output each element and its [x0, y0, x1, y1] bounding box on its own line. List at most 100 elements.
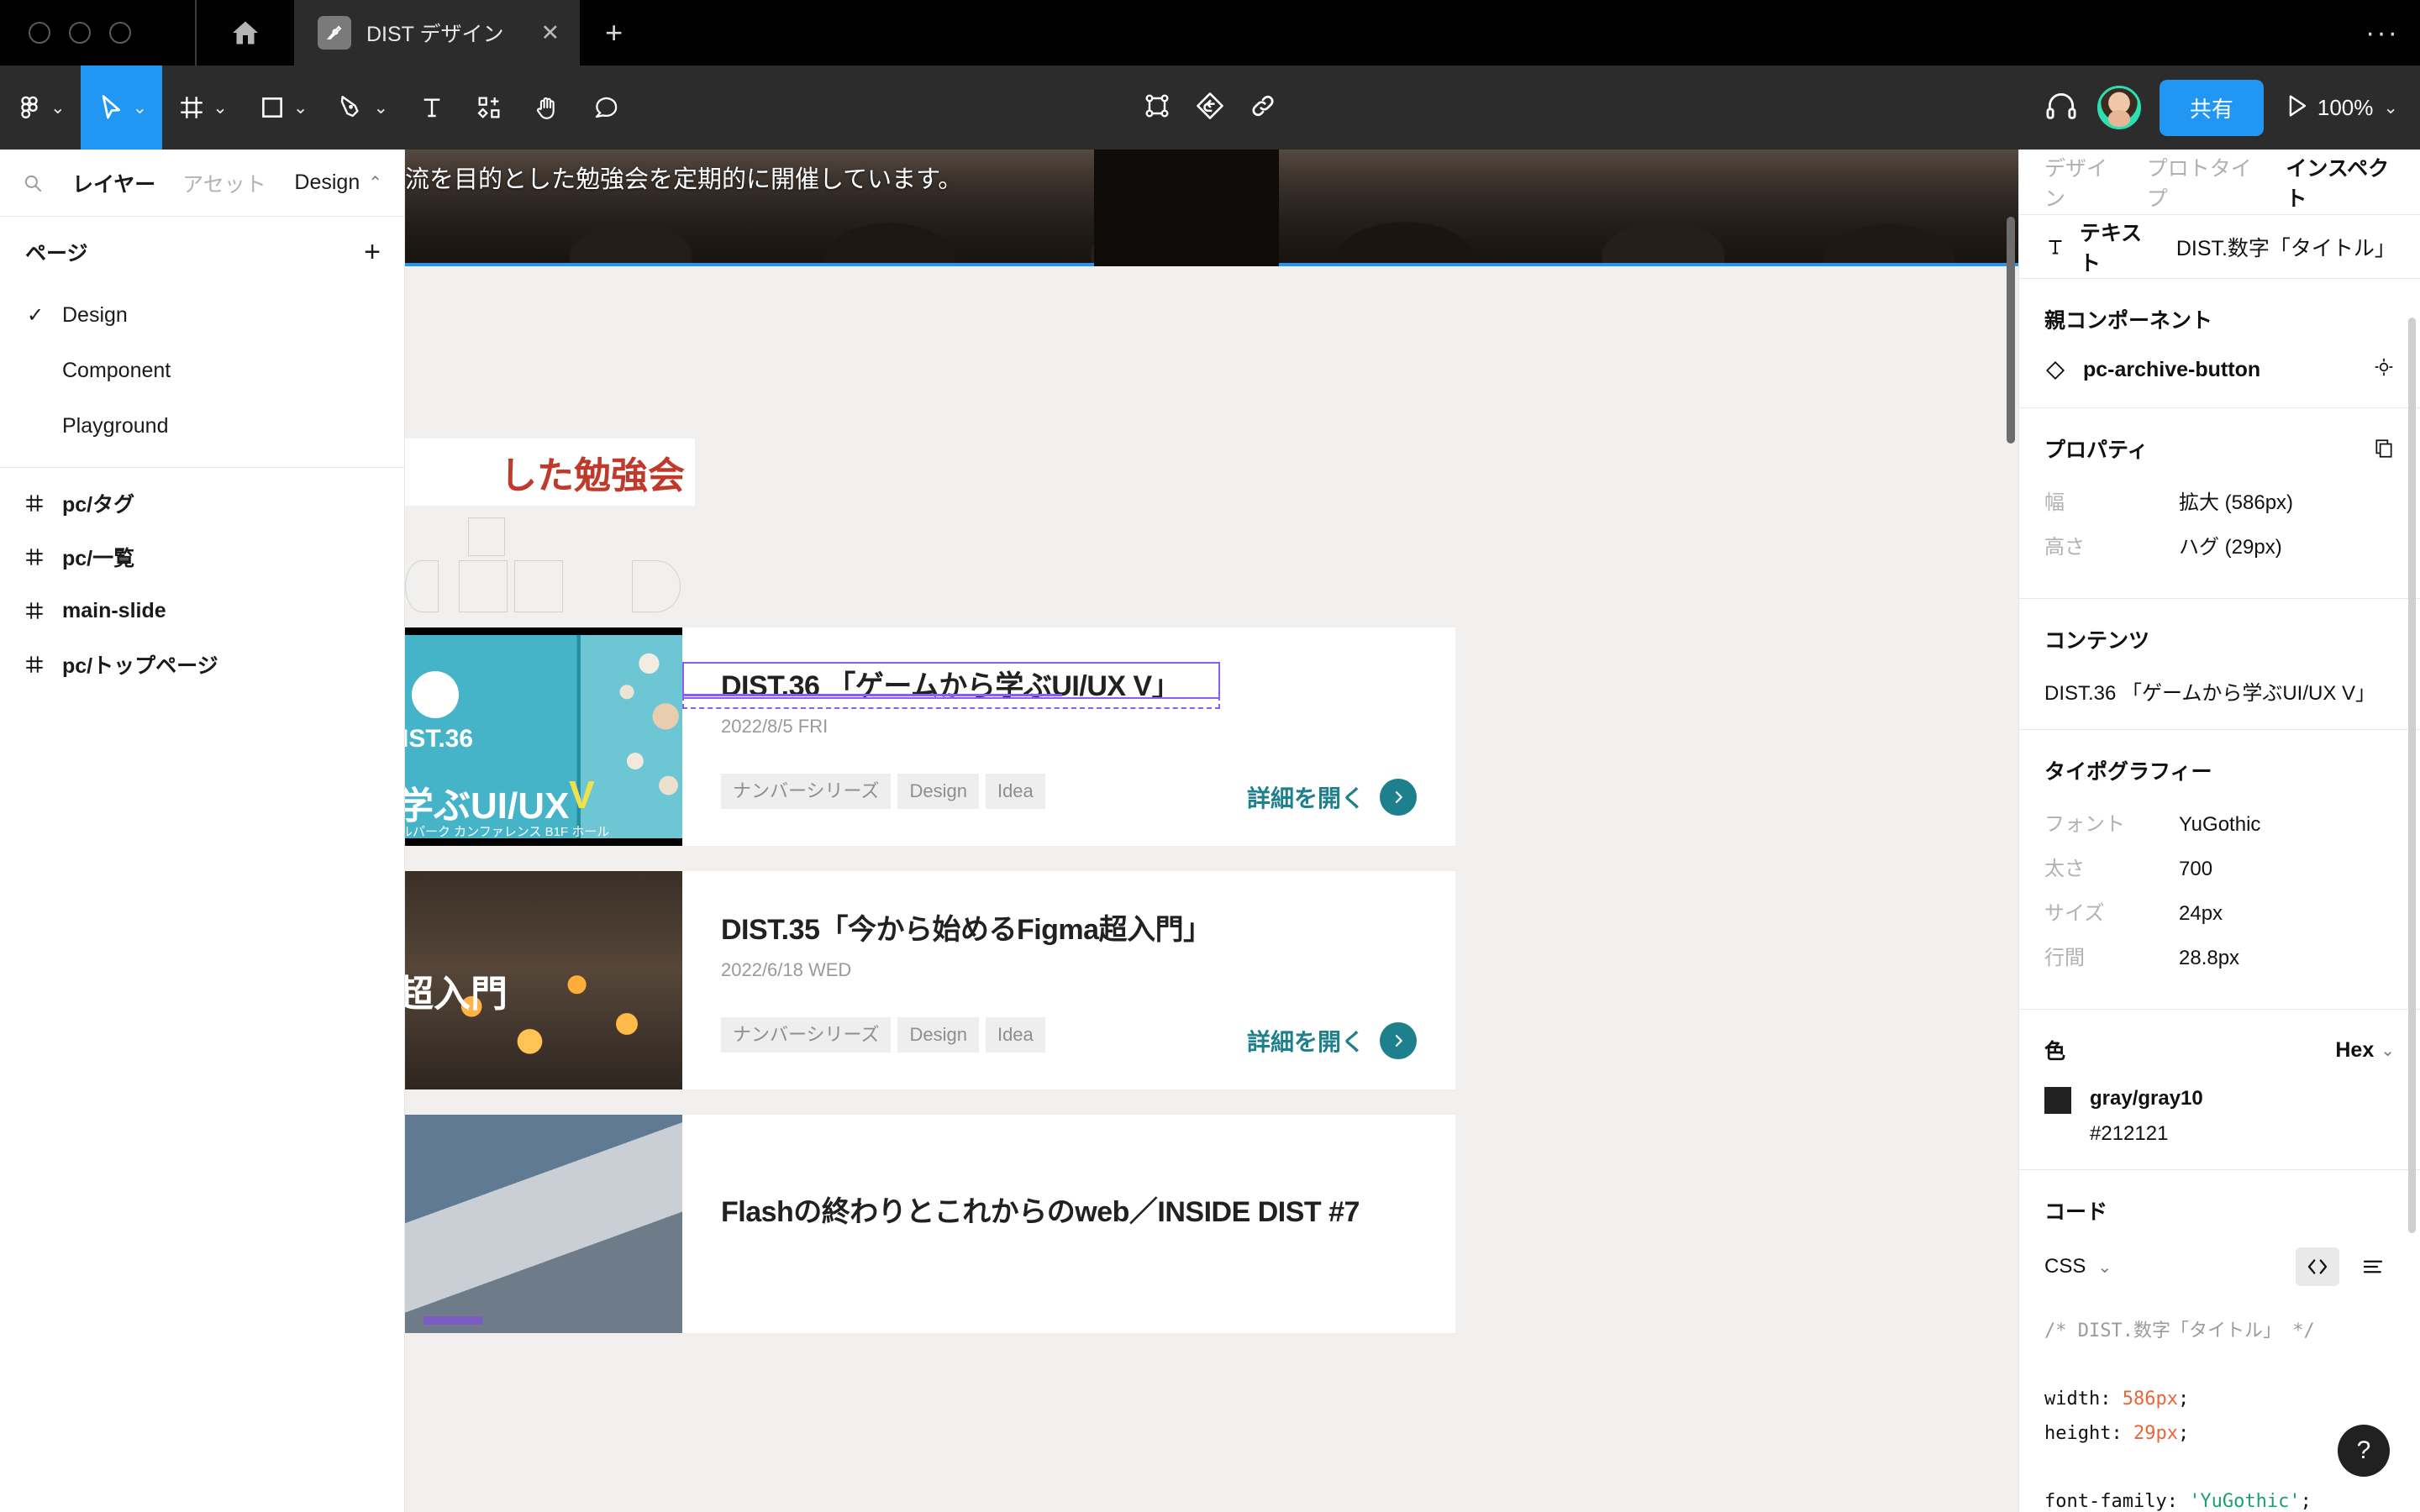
tag-chip[interactable]: Design [897, 1017, 979, 1053]
card-body: Flashの終わりとこれからのweb／INSIDE DIST #7 [682, 1115, 1455, 1333]
toolbar-tools: ⌄ ⌄ ⌄ ⌄ ⌄ [0, 66, 635, 150]
home-button[interactable] [195, 0, 294, 66]
canvas[interactable]: 流を目的とした勉強会を定期的に開催しています。 した勉強会 IST.36 学ぶU… [405, 150, 2018, 1512]
parent-component-row[interactable]: pc-archive-button [2044, 356, 2395, 384]
layer-item-main-slide[interactable]: main-slide [0, 584, 404, 638]
canvas-scrollbar[interactable] [2007, 217, 2015, 444]
frame-tool-button[interactable]: ⌄ [162, 66, 243, 150]
parent-component-section: 親コンポーネント pc-archive-button [2019, 279, 2420, 408]
list-view-button[interactable] [2351, 1247, 2395, 1286]
hero-headline: 流を目的とした勉強会を定期的に開催しています。 [405, 166, 963, 193]
code-block[interactable]: /* DIST.数字「タイトル」 */ width: 586px; height… [2019, 1293, 2420, 1512]
card-tags: ナンバーシリーズ Design Idea [721, 774, 1045, 809]
new-tab-button[interactable]: + [580, 0, 648, 66]
card-thumbnail[interactable] [405, 1115, 682, 1333]
main-menu-button[interactable]: ⌄ [0, 66, 81, 150]
swap-component-button[interactable] [1194, 90, 1226, 126]
selection-type: テキスト [2079, 221, 2143, 276]
list-item[interactable]: Flashの終わりとこれからのweb／INSIDE DIST #7 [405, 1115, 1455, 1333]
page-item-component[interactable]: Component [0, 343, 404, 398]
minimize-window-button[interactable] [69, 22, 91, 44]
right-panel-scrollbar[interactable] [2408, 318, 2416, 1233]
tag-chip[interactable]: Idea [985, 774, 1045, 809]
layer-item-pc-list[interactable]: pc/一覧 [0, 530, 404, 584]
card-thumbnail[interactable]: 超入門 [405, 871, 682, 1089]
close-tab-button[interactable]: ✕ [540, 21, 560, 45]
tag-banner[interactable]: した勉強会 [405, 438, 695, 506]
copy-icon[interactable] [2373, 438, 2395, 459]
window-menu-button[interactable]: ··· [2344, 0, 2420, 66]
chevron-right-icon [1380, 779, 1417, 816]
card-cta[interactable]: 詳細を開く [1247, 1022, 1417, 1059]
file-tab[interactable]: DIST デザイン ✕ [294, 0, 581, 66]
card-cta[interactable]: 詳細を開く [1247, 779, 1417, 816]
shape-tool-button[interactable]: ⌄ [243, 66, 324, 150]
artboard-pc-archive[interactable]: 流を目的とした勉強会を定期的に開催しています。 した勉強会 IST.36 学ぶU… [405, 150, 2018, 1512]
layer-item-pc-toppage[interactable]: pc/トップページ [0, 638, 404, 691]
target-icon[interactable] [2373, 356, 2395, 384]
typography-value: 28.8px [2179, 947, 2240, 969]
card-thumbnail[interactable]: IST.36 学ぶUI/UX V ルパーク カンファレンス B1F ホール [405, 627, 682, 846]
tag-chip[interactable]: ナンバーシリーズ [721, 774, 892, 809]
card-title[interactable]: DIST.35「今から始めるFigma超入門」 [721, 906, 1417, 948]
page-item-design[interactable]: ✓ Design [0, 287, 404, 343]
chevron-down-icon: ⌄ [292, 97, 308, 118]
share-button[interactable]: 共有 [2159, 79, 2264, 136]
window-controls[interactable] [0, 0, 195, 66]
chevron-down-icon[interactable]: ⌄ [2383, 97, 2398, 118]
add-page-button[interactable]: + [364, 236, 381, 269]
hero-photo[interactable]: 流を目的とした勉強会を定期的に開催しています。 [405, 150, 2018, 266]
text-tool-button[interactable] [403, 66, 460, 150]
thumbnail-headline: 学ぶUI/UX [405, 785, 570, 827]
content-value[interactable]: DIST.36 「ゲームから学ぶUI/UX V」 [2044, 676, 2395, 706]
link-button[interactable] [1248, 91, 1278, 125]
code-comment: /* DIST.数字「タイトル」 */ [2044, 1320, 2315, 1341]
card-title[interactable]: Flashの終わりとこれからのweb／INSIDE DIST #7 [721, 1189, 1417, 1230]
avatar[interactable] [2096, 86, 2141, 129]
typography-value: 700 [2179, 858, 2213, 880]
search-icon[interactable] [22, 172, 59, 194]
present-button[interactable] [2282, 92, 2311, 124]
color-swatch [2044, 1087, 2071, 1114]
zoom-level-label[interactable]: 100% [2317, 95, 2374, 121]
tab-prototype[interactable]: プロトタイプ [2147, 152, 2258, 213]
maximize-window-button[interactable] [109, 22, 131, 44]
file-name-label[interactable]: Design ⌃ [294, 171, 382, 195]
tag-chip[interactable]: Idea [985, 1017, 1045, 1053]
list-item[interactable]: IST.36 学ぶUI/UX V ルパーク カンファレンス B1F ホール DI… [405, 627, 1455, 846]
pen-icon [341, 96, 360, 118]
resources-tool-button[interactable] [460, 66, 518, 150]
pen-tool-button[interactable]: ⌄ [323, 66, 403, 150]
tab-inspect[interactable]: インスペクト [2286, 152, 2395, 213]
swap-component-icon [1197, 92, 1223, 119]
check-icon: ✓ [27, 303, 45, 327]
list-item[interactable]: 超入門 DIST.35「今から始めるFigma超入門」 2022/6/18 WE… [405, 871, 1455, 1089]
help-button[interactable]: ? [2338, 1425, 2390, 1477]
tab-assets[interactable]: アセット [169, 168, 280, 198]
tag-chip[interactable]: Design [897, 774, 979, 809]
page-item-playground[interactable]: Playground [0, 398, 404, 454]
chevron-up-icon: ⌃ [368, 174, 382, 192]
move-tool-button[interactable]: ⌄ [80, 66, 163, 150]
thumbnail-accent-bar [424, 1316, 482, 1325]
chevron-down-icon[interactable]: ⌄ [2097, 1257, 2112, 1278]
tag-chip[interactable]: ナンバーシリーズ [721, 1017, 892, 1053]
layer-item-pc-tag[interactable]: pc/タグ [0, 476, 404, 530]
card-title[interactable]: DIST.36 「ゲームから学ぶUI/UX V」 [721, 663, 1417, 704]
typography-key: サイズ [2044, 902, 2105, 925]
color-format-select[interactable]: Hex ⌄ [2335, 1038, 2395, 1063]
placeholder-box [405, 560, 439, 612]
color-row[interactable]: gray/gray10 #212121 [2044, 1087, 2395, 1146]
typography-row-weight: 太さ 700 [2044, 852, 2395, 881]
code-language-select[interactable]: CSS [2044, 1255, 2086, 1278]
tab-layers[interactable]: レイヤー [59, 168, 169, 198]
comment-tool-button[interactable] [576, 66, 635, 150]
audio-call-button[interactable] [2044, 88, 2079, 128]
placeholder-box [459, 560, 508, 612]
hand-tool-button[interactable] [518, 66, 576, 150]
close-window-button[interactable] [29, 22, 50, 44]
code-view-button[interactable] [2296, 1247, 2339, 1286]
selection-bounds-button[interactable] [1142, 91, 1172, 125]
color-hex-value: #212121 [2090, 1122, 2169, 1145]
tab-design[interactable]: デザイン [2044, 152, 2118, 213]
